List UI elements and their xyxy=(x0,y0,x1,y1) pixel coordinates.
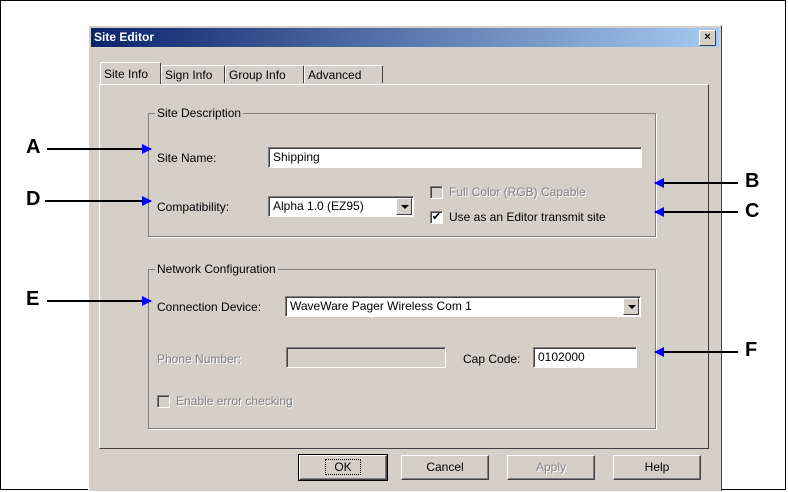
compatibility-value: Alpha 1.0 (EZ95) xyxy=(273,199,364,213)
tab-site-info[interactable]: Site Info xyxy=(100,62,161,84)
cap-code-input[interactable]: 0102000 xyxy=(533,347,637,368)
tab-advanced[interactable]: Advanced xyxy=(304,65,383,83)
compatibility-label: Compatibility: xyxy=(157,200,230,214)
chevron-down-icon[interactable] xyxy=(396,198,412,215)
connection-device-label: Connection Device: xyxy=(157,300,262,314)
connection-device-select[interactable]: WaveWare Pager Wireless Com 1 xyxy=(285,296,641,317)
close-icon: × xyxy=(704,31,711,43)
cancel-button[interactable]: Cancel xyxy=(401,455,489,480)
full-color-checkbox[interactable] xyxy=(430,186,443,199)
transmit-site-checkbox[interactable]: ✔ xyxy=(430,211,443,224)
window-title: Site Editor xyxy=(94,30,155,44)
phone-number-input[interactable] xyxy=(286,347,446,368)
phone-number-label: Phone Number: xyxy=(157,352,242,366)
help-button[interactable]: Help xyxy=(613,455,701,480)
connection-device-value: WaveWare Pager Wireless Com 1 xyxy=(290,299,472,313)
title-bar[interactable]: Site Editor × xyxy=(91,28,719,47)
ok-button-label: OK xyxy=(325,459,361,475)
apply-button[interactable]: Apply xyxy=(507,455,595,480)
tab-group-info[interactable]: Group Info xyxy=(225,65,304,83)
callout-c: C xyxy=(745,200,760,222)
compatibility-select[interactable]: Alpha 1.0 (EZ95) xyxy=(268,196,414,217)
callout-d: D xyxy=(26,188,41,210)
error-checking-label: Enable error checking xyxy=(176,394,293,408)
site-editor-dialog: Site Editor × Site Info Sign Info Group … xyxy=(88,25,722,491)
chevron-down-icon[interactable] xyxy=(623,298,639,315)
site-description-group: Site Description Site Name: Shipping Com… xyxy=(148,106,656,237)
transmit-site-label: Use as an Editor transmit site xyxy=(449,210,606,224)
callout-a: A xyxy=(26,136,41,158)
error-checking-checkbox[interactable] xyxy=(157,395,170,408)
callout-e: E xyxy=(26,288,40,310)
site-description-legend: Site Description xyxy=(155,106,244,120)
ok-button[interactable]: OK xyxy=(298,454,388,481)
close-button[interactable]: × xyxy=(699,30,716,46)
full-color-label: Full Color (RGB) Capable xyxy=(449,185,586,199)
tab-panel-site-info: Site Description Site Name: Shipping Com… xyxy=(99,84,709,449)
network-configuration-group: Network Configuration Connection Device:… xyxy=(148,262,656,429)
site-name-input[interactable]: Shipping xyxy=(268,147,642,168)
callout-b: B xyxy=(745,170,760,192)
callout-f: F xyxy=(745,339,758,361)
site-name-label: Site Name: xyxy=(157,151,217,165)
checkmark-icon: ✔ xyxy=(431,211,442,223)
cap-code-label: Cap Code: xyxy=(463,352,521,366)
tab-sign-info[interactable]: Sign Info xyxy=(161,65,225,83)
network-configuration-legend: Network Configuration xyxy=(155,262,278,276)
